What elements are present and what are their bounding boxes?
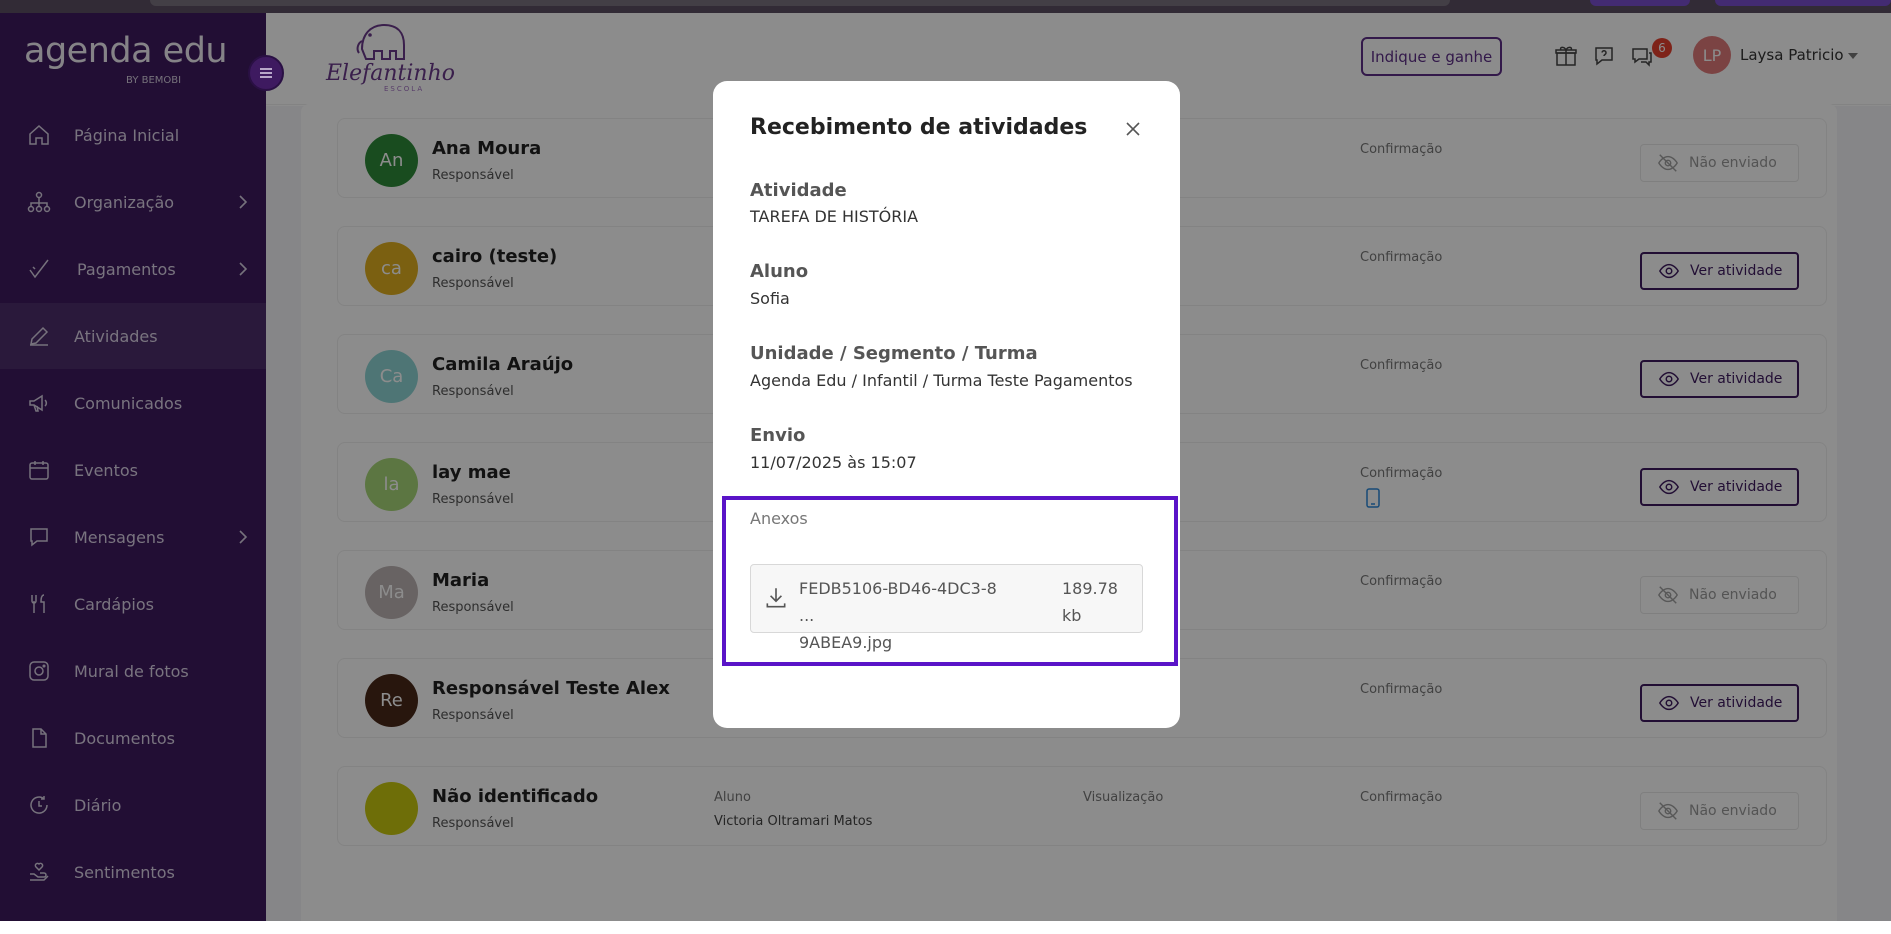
anexos-section: Anexos FEDB5106-BD46-4DC3-8 ... 9ABEA9.j… (722, 496, 1178, 666)
file-name: FEDB5106-BD46-4DC3-8 ... 9ABEA9.jpg (799, 575, 999, 656)
aluno-label: Aluno (750, 261, 809, 282)
download-icon[interactable] (763, 585, 789, 611)
file-size-value: 189.78 (1062, 579, 1118, 598)
atividade-label: Atividade (750, 180, 847, 201)
file-name-line: 9ABEA9.jpg (799, 633, 893, 652)
file-name-line: FEDB5106-BD46-4DC3-8 ... (799, 579, 997, 625)
envio-value: 11/07/2025 às 15:07 (750, 453, 917, 472)
menu-icon (260, 68, 272, 78)
sidebar-collapse-button[interactable] (248, 55, 284, 91)
unidade-value: Agenda Edu / Infantil / Turma Teste Paga… (750, 371, 1133, 390)
anexos-label: Anexos (750, 509, 808, 528)
aluno-value: Sofia (750, 289, 790, 308)
modal-title: Recebimento de atividades (750, 115, 1088, 140)
unidade-label: Unidade / Segmento / Turma (750, 343, 1038, 364)
envio-label: Envio (750, 425, 806, 446)
attachment-file[interactable]: FEDB5106-BD46-4DC3-8 ... 9ABEA9.jpg 189.… (750, 564, 1143, 652)
activity-receipt-modal: Recebimento de atividades Atividade TARE… (713, 81, 1180, 728)
close-icon[interactable] (1121, 117, 1145, 141)
atividade-value: TAREFA DE HISTÓRIA (750, 207, 919, 226)
file-size: 189.78 kb (1062, 575, 1122, 629)
file-size-unit: kb (1062, 606, 1082, 625)
